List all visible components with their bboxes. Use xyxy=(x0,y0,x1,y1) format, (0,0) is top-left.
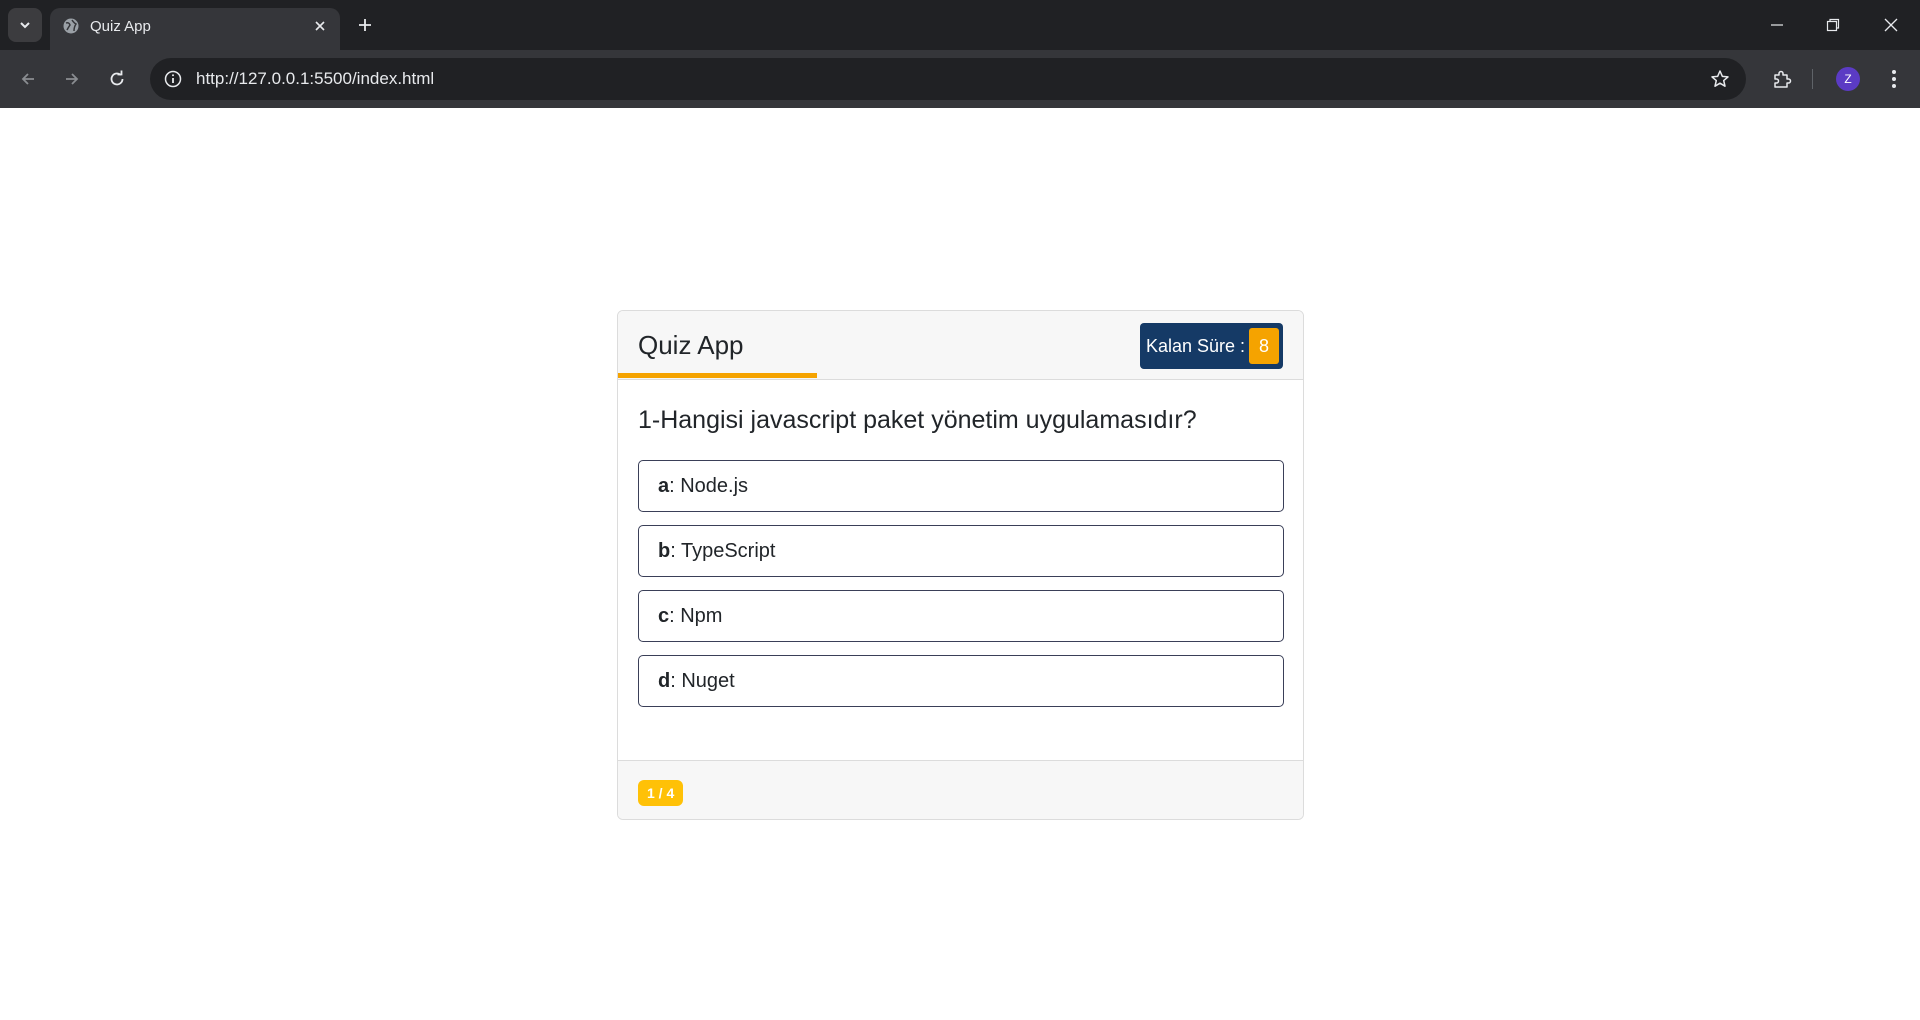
close-icon xyxy=(315,21,325,31)
extensions-button[interactable] xyxy=(1766,63,1798,95)
arrow-right-icon xyxy=(66,73,79,85)
forward-button[interactable] xyxy=(56,63,88,95)
option-list: a: Node.js b: TypeScript c: Npm d: Nuget xyxy=(638,460,1284,720)
browser-menu-button[interactable] xyxy=(1880,63,1908,95)
option-b[interactable]: b: TypeScript xyxy=(638,525,1284,577)
restore-icon xyxy=(1826,18,1840,32)
question-text: 1-Hangisi javascript paket yönetim uygul… xyxy=(638,406,1197,434)
browser-toolbar: http://127.0.0.1:5500/index.html Z xyxy=(0,50,1920,108)
title-underline xyxy=(618,373,817,378)
site-info-button[interactable] xyxy=(160,66,186,92)
back-button[interactable] xyxy=(12,63,44,95)
close-icon xyxy=(1884,18,1898,32)
profile-avatar[interactable]: Z xyxy=(1836,67,1860,91)
url-text[interactable]: http://127.0.0.1:5500/index.html xyxy=(196,69,434,89)
option-key: d xyxy=(658,669,671,692)
option-c[interactable]: c: Npm xyxy=(638,590,1284,642)
minimize-button[interactable] xyxy=(1762,10,1792,40)
bookmark-button[interactable] xyxy=(1708,67,1732,91)
tab-close-button[interactable] xyxy=(310,16,330,36)
option-a[interactable]: a: Node.js xyxy=(638,460,1284,512)
chevron-down-icon xyxy=(20,22,30,29)
toolbar-separator xyxy=(1812,69,1813,89)
option-key: a xyxy=(658,474,670,497)
quiz-title: Quiz App xyxy=(638,330,744,360)
card-footer: 1 / 4 xyxy=(618,760,1303,819)
reload-icon xyxy=(110,70,124,86)
option-d[interactable]: d: Nuget xyxy=(638,655,1284,707)
timer-label: Kalan Süre : xyxy=(1145,335,1245,356)
option-text: : Node.js xyxy=(669,474,749,497)
option-text: : Nuget xyxy=(670,669,735,692)
info-icon xyxy=(164,70,182,88)
plus-icon xyxy=(359,19,371,31)
quiz-card: Quiz App Kalan Süre : 8 1-Hangisi javasc… xyxy=(617,310,1304,820)
browser-tab[interactable]: Quiz App xyxy=(50,8,340,50)
puzzle-icon xyxy=(1774,70,1792,88)
tab-search-button[interactable] xyxy=(8,8,42,42)
close-window-button[interactable] xyxy=(1876,10,1906,40)
option-text: : Npm xyxy=(669,604,723,627)
reload-button[interactable] xyxy=(101,63,133,95)
option-key: b xyxy=(658,539,671,562)
new-tab-button[interactable] xyxy=(352,12,378,38)
restore-button[interactable] xyxy=(1818,10,1848,40)
globe-icon xyxy=(63,18,79,34)
arrow-left-icon xyxy=(21,73,34,85)
minimize-icon xyxy=(1771,24,1783,26)
kebab-icon xyxy=(1892,70,1896,88)
address-bar[interactable]: http://127.0.0.1:5500/index.html xyxy=(150,58,1746,100)
timer-value: 8 xyxy=(1249,328,1279,364)
option-text: : TypeScript xyxy=(670,539,776,562)
card-header: Quiz App Kalan Süre : 8 xyxy=(618,311,1303,380)
browser-tab-bar: Quiz App xyxy=(0,0,1920,50)
tab-title: Quiz App xyxy=(90,18,151,35)
star-icon xyxy=(1711,70,1729,87)
progress-badge: 1 / 4 xyxy=(638,780,684,806)
option-key: c xyxy=(658,604,670,627)
timer-box: Kalan Süre : 8 xyxy=(1139,323,1283,369)
